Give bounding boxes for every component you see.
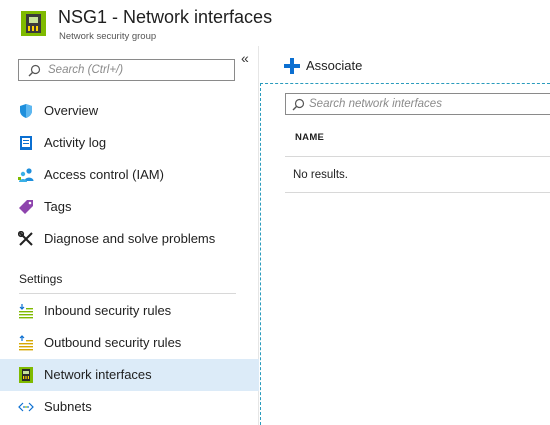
associate-label: Associate [306,58,363,73]
menu-item-label: Diagnose and solve problems [44,231,216,246]
settings-section-heading: Settings [19,272,63,286]
menu-item-label: Network interfaces [44,367,152,382]
inbound-rules-icon [19,304,33,319]
tag-icon [19,200,33,214]
search-icon [292,98,305,111]
activity-log-icon [20,136,32,150]
menu-item-label: Tags [44,199,72,214]
menu-item-label: Outbound security rules [44,335,182,350]
wrench-icon [18,231,33,246]
nic-search-box[interactable] [285,93,550,115]
menu-item-label: Access control (IAM) [44,167,164,182]
menu-search-box[interactable] [18,59,235,81]
column-header-name[interactable]: NAME [295,132,324,143]
section-divider [19,293,236,294]
network-interface-icon [19,367,33,383]
menu-item-label: Overview [44,103,99,118]
outbound-rules-icon [19,335,33,351]
nic-search-input[interactable] [309,96,545,112]
menu-item-inbound-rules[interactable]: Inbound security rules [0,295,259,327]
people-icon [18,168,34,182]
table-row-divider [285,192,550,193]
menu-item-outbound-rules[interactable]: Outbound security rules [0,327,259,359]
network-security-group-icon [21,11,46,36]
shield-icon [20,104,32,118]
menu-item-activity-log[interactable]: Activity log [0,127,259,159]
search-icon [28,64,41,77]
content-pane: Associate NAME No results. [260,46,550,425]
plus-icon [284,58,300,74]
table-header-divider [285,156,550,157]
menu-search-input[interactable] [48,62,228,78]
menu-item-access-control[interactable]: Access control (IAM) [0,159,259,191]
page-title: NSG1 - Network interfaces [58,7,273,27]
menu-item-overview[interactable]: Overview [0,95,259,127]
empty-table-message: No results. [293,169,348,181]
menu-item-label: Inbound security rules [44,303,172,318]
collapse-menu-button[interactable]: « [241,50,249,66]
menu-item-label: Subnets [44,399,92,414]
menu-item-tags[interactable]: Tags [0,191,259,223]
resource-menu: « Overview Activity log Access control (… [0,46,259,425]
menu-item-network-interfaces[interactable]: Network interfaces [0,359,259,391]
page-subtitle: Network security group [59,31,157,42]
menu-item-label: Activity log [44,135,107,150]
subnet-icon [18,402,34,412]
menu-item-subnets[interactable]: Subnets [0,391,259,423]
blade-header: NSG1 - Network interfaces Network securi… [0,0,550,46]
menu-item-diagnose[interactable]: Diagnose and solve problems [0,223,259,255]
